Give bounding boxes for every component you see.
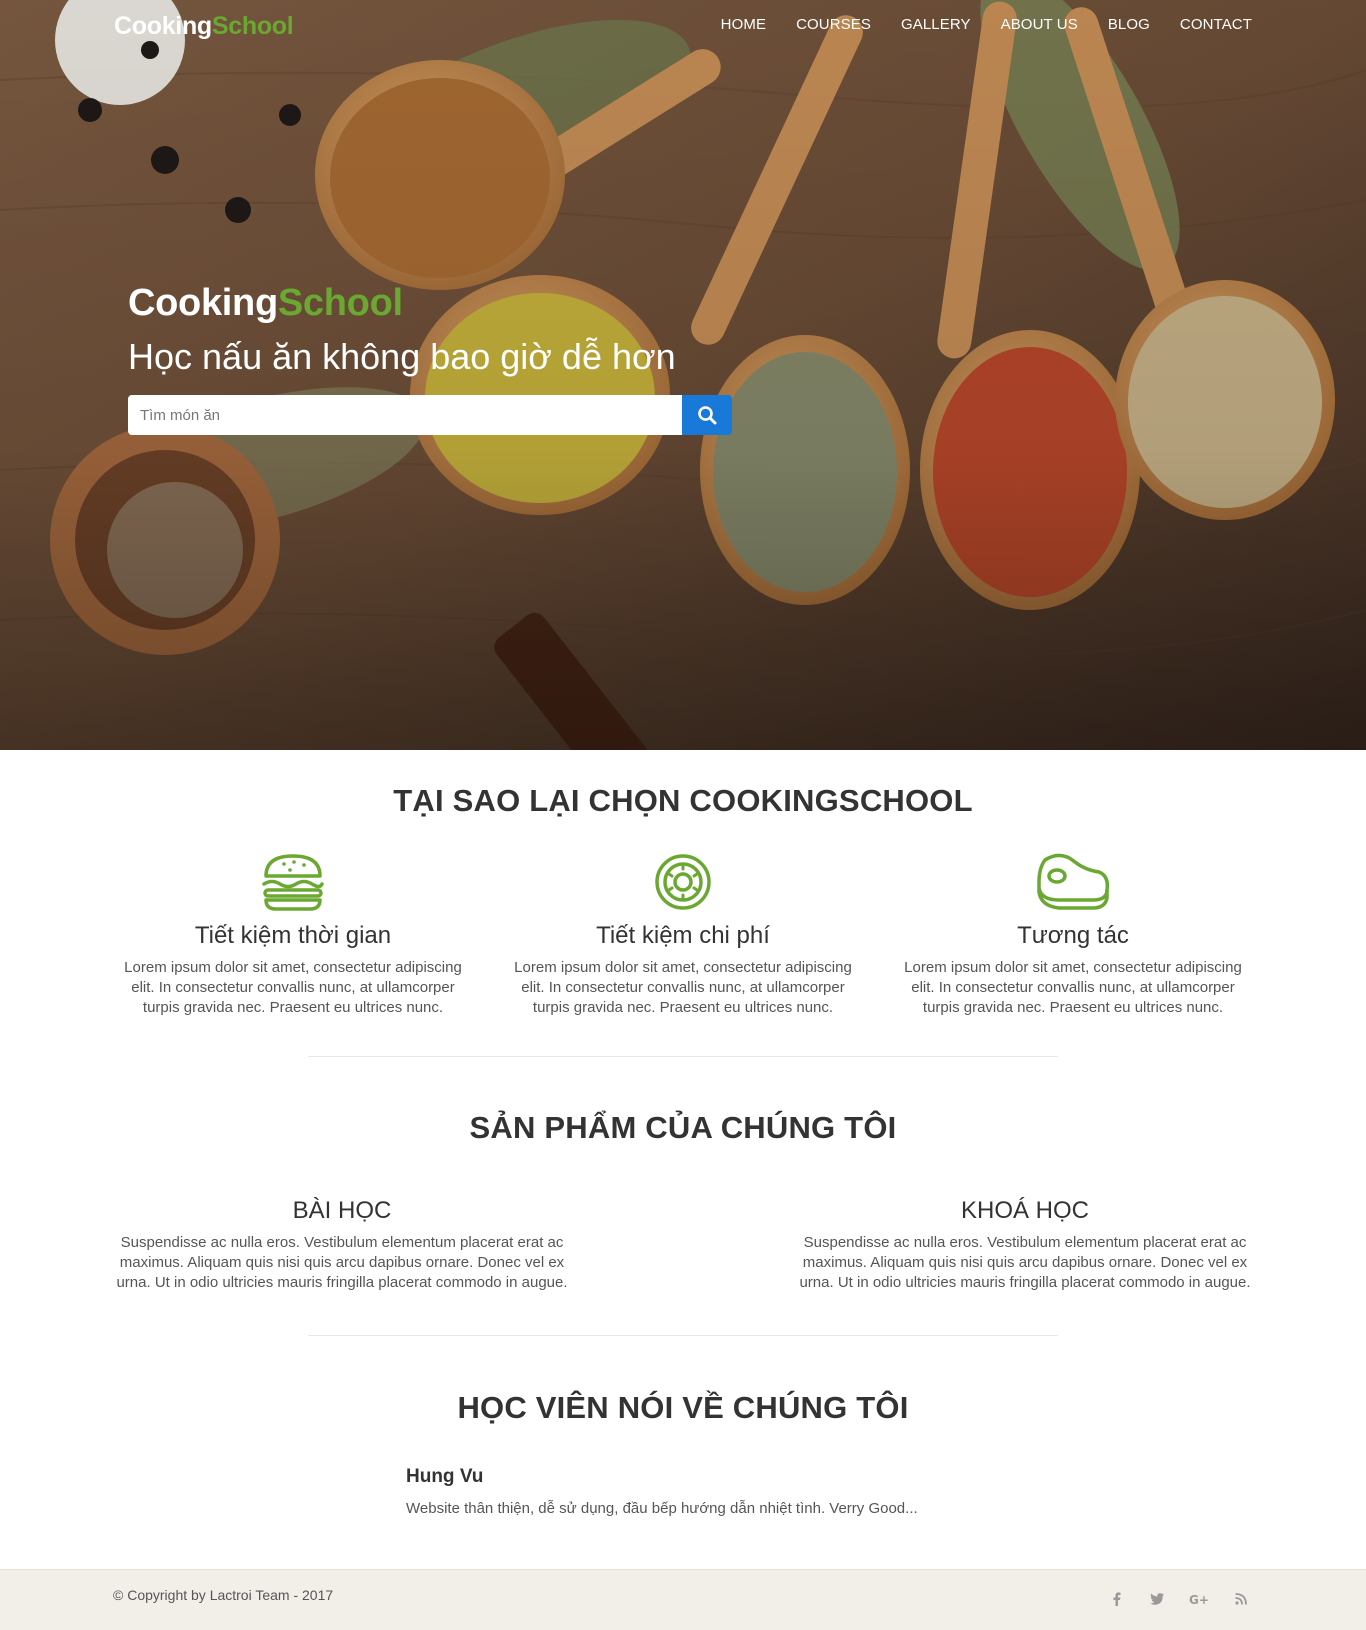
nav-item-about-us[interactable]: ABOUT US [1001,16,1078,33]
nav-item-home[interactable]: HOME [721,16,766,33]
steak-icon [1037,853,1110,910]
feature-title: Tiết kiệm thời gian [194,922,392,949]
facebook-icon[interactable] [1108,1590,1126,1608]
products-section-title: SẢN PHẨM CỦA CHÚNG TÔI [469,1110,897,1145]
testimonials-section-title: HỌC VIÊN NÓI VỀ CHÚNG TÔI [457,1390,909,1425]
brand-logo[interactable]: CookingSchool [114,12,294,41]
testimonial-item: Hung Vu Website thân thiện, dễ sử dụng, … [406,1466,1006,1517]
product-text: Suspendisse ac nulla eros. Vestibulum el… [116,1234,568,1291]
feature-text: Lorem ipsum dolor sit amet, consectetur … [904,959,1242,1016]
rss-icon[interactable] [1232,1590,1250,1608]
google-plus-icon[interactable]: G+ [1188,1590,1210,1608]
nav-item-gallery[interactable]: GALLERY [901,16,971,33]
search-button[interactable] [682,395,732,435]
hero-section: CookingSchool HOME COURSES GALLERY ABOUT… [0,0,1366,750]
hero-brand-part2: School [277,282,403,324]
feature-title: Tiết kiệm chi phí [596,922,770,949]
section-divider [308,1056,1058,1057]
donut-icon [655,854,711,910]
burger-icon [262,854,324,911]
nav-item-courses[interactable]: COURSES [796,16,871,33]
svg-text:G+: G+ [1189,1593,1209,1605]
feature-card: Tiết kiệm thời gian Lorem ipsum dolor si… [113,852,473,1018]
nav-item-contact[interactable]: CONTACT [1180,16,1252,33]
testimonial-quote: Website thân thiện, dễ sử dụng, đầu bếp … [406,1500,918,1517]
search-icon [698,406,717,425]
product-title: BÀI HỌC [292,1197,392,1224]
brand-logo-part2: School [211,12,294,40]
product-text: Suspendisse ac nulla eros. Vestibulum el… [799,1234,1251,1291]
nav-item-blog[interactable]: BLOG [1108,16,1150,33]
product-card: KHOÁ HỌC Suspendisse ac nulla eros. Vest… [795,1197,1255,1293]
feature-title: Tương tác [1017,922,1129,949]
search-input[interactable] [128,395,682,435]
main-menu: HOME COURSES GALLERY ABOUT US BLOG CONTA… [721,16,1252,33]
feature-card: Tương tác Lorem ipsum dolor sit amet, co… [893,852,1253,1018]
hero-brand-title: CookingSchool [128,282,403,325]
top-navigation: CookingSchool HOME COURSES GALLERY ABOUT… [0,0,1366,52]
footer: © Copyright by Lactroi Team - 2017 G+ [0,1569,1366,1630]
copyright-text: © Copyright by Lactroi Team - 2017 [113,1587,334,1603]
section-divider [308,1335,1058,1336]
brand-logo-part1: Cooking [114,12,212,40]
hero-brand-part1: Cooking [128,282,278,324]
why-section-title: TẠI SAO LẠI CHỌN COOKINGSCHOOL [393,783,973,818]
twitter-icon[interactable] [1148,1590,1166,1608]
search-form [128,395,732,435]
testimonial-author: Hung Vu [406,1466,484,1487]
product-title: KHOÁ HỌC [960,1197,1089,1224]
product-card: BÀI HỌC Suspendisse ac nulla eros. Vesti… [112,1197,572,1293]
feature-card: Tiết kiệm chi phí Lorem ipsum dolor sit … [503,852,863,1018]
feature-text: Lorem ipsum dolor sit amet, consectetur … [124,959,462,1016]
hero-tagline: Học nấu ăn không bao giờ dễ hơn [128,336,676,377]
social-links: G+ [1108,1590,1250,1608]
feature-text: Lorem ipsum dolor sit amet, consectetur … [514,959,852,1016]
